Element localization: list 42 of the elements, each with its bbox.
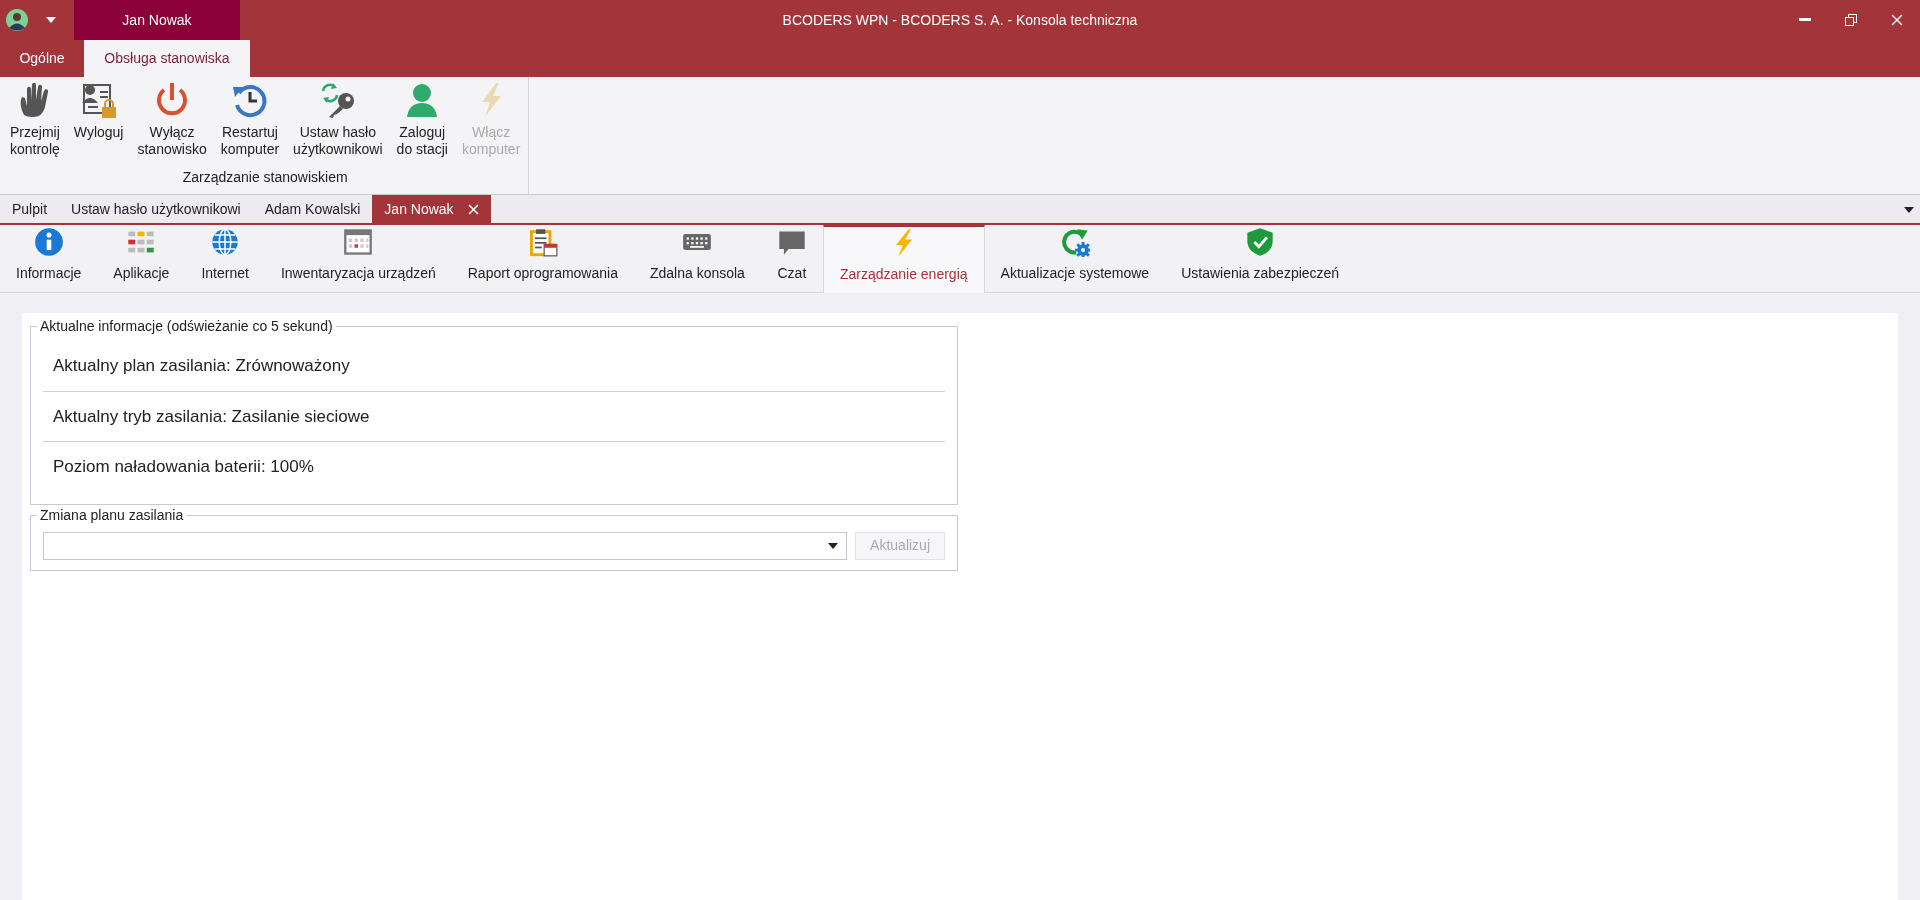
document-tab[interactable]: Pulpit: [0, 195, 60, 223]
dropdown-icon[interactable]: [1904, 207, 1914, 213]
group-label: Zarządzanie stanowiskiem: [181, 168, 349, 187]
window-title: BCODERS WPN - BCODERS S. A. - Konsola techniczna: [782, 10, 1138, 30]
globe-icon: [210, 227, 241, 257]
shield-check-icon: [1245, 227, 1276, 257]
feature-tab[interactable]: Informacje: [0, 225, 98, 292]
ribbon-button[interactable]: Wyloguj: [67, 81, 130, 158]
info-icon: [33, 227, 64, 257]
info-text: Aktualny tryb zasilania: Zasilanie sieciowe: [43, 391, 945, 442]
restore-icon[interactable]: [1845, 14, 1857, 26]
feature-tab[interactable]: Aplikacje: [97, 225, 186, 292]
minimize-icon[interactable]: [1799, 18, 1811, 22]
calendar-icon: [343, 227, 374, 257]
avatar-icon[interactable]: [6, 9, 28, 31]
feature-tab[interactable]: Internet: [185, 225, 265, 292]
ribbon-tab[interactable]: Obsługa stanowiska: [84, 40, 250, 77]
feature-tab[interactable]: Zdalna konsola: [633, 225, 761, 292]
dropdown-icon[interactable]: [46, 17, 56, 23]
feature-tab[interactable]: Ustawienia zabezpieczeń: [1165, 225, 1356, 292]
feature-tab[interactable]: Aktualizacje systemowe: [984, 225, 1166, 292]
user-lock-icon: [79, 81, 118, 119]
dropdown-icon: [828, 542, 839, 549]
info-text: Poziom naładowania baterii: 100%: [52, 456, 315, 478]
document-tab[interactable]: Adam Kowalski: [252, 195, 373, 223]
document-tab[interactable]: Ustaw hasło użytkownikowi: [59, 195, 253, 223]
info-text: Aktualny plan zasilania: Zrównoważony: [43, 341, 945, 392]
group-legend: Aktualne informacje (odświeżanie co 5 sekund): [37, 317, 336, 335]
ribbon-button[interactable]: Wyłącz stanowisko: [131, 81, 213, 158]
close-icon[interactable]: [467, 203, 479, 215]
clipboard-icon: [527, 227, 558, 257]
ribbon-button[interactable]: Przejmij kontrolę: [4, 81, 66, 158]
feature-tab[interactable]: Inwentaryzacja urządzeń: [264, 225, 452, 292]
ribbon-button[interactable]: Ustaw hasło użytkownikowi: [287, 81, 389, 158]
feature-tab[interactable]: Czat: [760, 225, 823, 292]
ribbon-button[interactable]: Zaloguj do stacji: [390, 81, 454, 158]
feature-tab[interactable]: Zarządzanie energią: [822, 225, 985, 293]
ribbon-button[interactable]: Restartuj komputer: [214, 81, 286, 158]
ribbon-tab[interactable]: Ogólne: [0, 40, 84, 77]
feature-tab[interactable]: Raport oprogramowania: [451, 225, 634, 292]
document-tab[interactable]: Jan Nowak: [372, 195, 491, 223]
close-icon[interactable]: [1891, 14, 1903, 26]
